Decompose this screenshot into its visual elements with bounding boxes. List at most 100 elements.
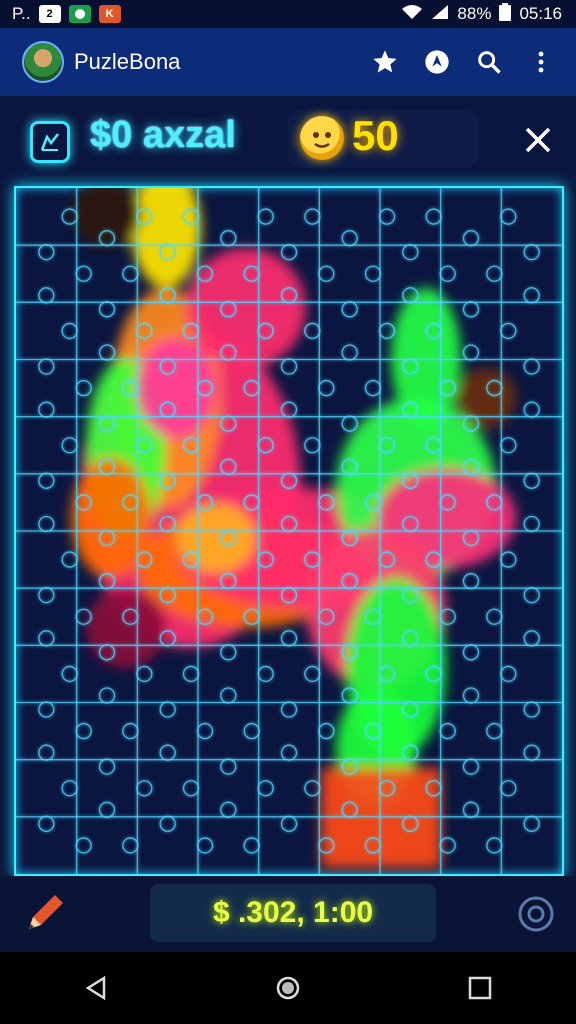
puzzle-knob [439,722,456,740]
image-blob [391,288,461,428]
puzzle-knob [462,230,480,247]
puzzle-knob [280,815,298,832]
game-header: $0 axzal 50 [0,96,576,186]
puzzle-knob [75,837,92,854]
puzzle-knob [98,801,116,818]
puzzle-knob [523,287,540,304]
puzzle-knob [61,551,78,568]
close-button[interactable] [516,118,560,162]
puzzle-knob [304,322,321,340]
puzzle-knob [523,630,540,647]
app-logo-avatar[interactable] [22,41,64,83]
puzzle-knob [159,701,176,718]
puzzle-knob [523,701,540,718]
signal-icon [431,4,449,25]
puzzle-knob [523,244,540,261]
puzzle-knob [462,644,480,661]
puzzle-knob [523,401,540,418]
puzzle-knob [280,744,298,761]
puzzle-knob [523,587,540,604]
app-title: PuzleBona [74,49,181,74]
puzzle-knob [500,780,517,797]
score-text: $ .302, 1:00 [212,896,374,929]
more-vert-icon[interactable] [526,47,556,77]
puzzle-knob [341,230,358,247]
puzzle-knob [196,722,214,740]
puzzle-knob [318,265,335,282]
puzzle-knob [38,630,55,647]
recents-button[interactable] [450,958,510,1018]
location-icon[interactable] [422,47,452,77]
carrier-text: P.. [12,4,31,23]
system-nav-bar [0,952,576,1024]
puzzle-knob [257,208,274,225]
target-settings-button[interactable] [512,890,560,938]
puzzle-knob [280,244,298,261]
puzzle-knob [38,244,55,261]
app-bar: PuzleBona [0,28,576,96]
puzzle-knob [523,744,540,761]
status-bar: P.. 2 K 88% 05:16 [0,0,576,28]
battery-percent: 88% [457,4,492,23]
image-blob [71,188,141,248]
puzzle-knob [98,758,116,775]
puzzle-knob [280,630,298,647]
puzzle-knob [364,265,382,282]
puzzle-knob [280,701,298,718]
puzzle-knob [220,230,237,247]
game-notification-icon: K [98,5,121,23]
puzzle-knob [280,358,298,375]
puzzle-knob [304,665,321,683]
image-blob [136,338,216,438]
puzzle-knob [61,437,78,454]
puzzle-knob [500,665,517,683]
puzzle-knob [318,722,335,740]
puzzle-knob [61,780,78,797]
clock: 05:16 [519,4,562,23]
puzzle-knob [122,722,139,740]
puzzle-knob [98,301,116,318]
puzzle-knob [38,587,55,604]
puzzle-knob [500,437,517,454]
puzzle-knob [486,265,503,282]
puzzle-knob [402,244,419,261]
pencil-hint-button[interactable] [20,888,70,938]
puzzle-knob [220,644,237,661]
puzzle-knob [243,722,260,740]
puzzle-knob [220,758,237,775]
puzzle-knob [38,815,55,832]
puzzle-knob [243,837,260,854]
search-icon[interactable] [474,47,504,77]
puzzle-knob [462,687,480,704]
puzzle-knob [75,379,92,397]
image-blob [131,188,201,288]
puzzle-knob [38,515,55,533]
puzzle-knob [486,722,503,740]
puzzle-knob [220,687,237,704]
puzzle-knob [341,301,358,318]
puzzle-knob [486,608,503,625]
puzzle-knob [75,265,92,282]
wifi-icon [401,4,423,25]
puzzle-knob [75,722,92,740]
star-icon[interactable] [370,47,400,77]
puzzle-knob [462,573,480,590]
puzzle-knob [182,665,200,683]
puzzle-knob [364,379,382,397]
home-button[interactable] [258,958,318,1018]
back-button[interactable] [66,958,126,1018]
puzzle-knob [462,344,480,361]
puzzle-knob [341,415,358,432]
balance-display: $0 axzal [90,114,236,156]
puzzle-knob [61,665,78,683]
puzzle-knob [462,301,480,318]
puzzle-knob [425,208,442,225]
chat-notification-icon [68,5,91,23]
puzzle-knob [304,437,321,454]
puzzle-knob [38,287,55,304]
wallet-icon[interactable] [30,121,70,163]
image-blob [86,588,166,668]
puzzle-knob [523,472,540,489]
puzzle-board[interactable] [14,186,564,876]
puzzle-knob [122,265,139,282]
